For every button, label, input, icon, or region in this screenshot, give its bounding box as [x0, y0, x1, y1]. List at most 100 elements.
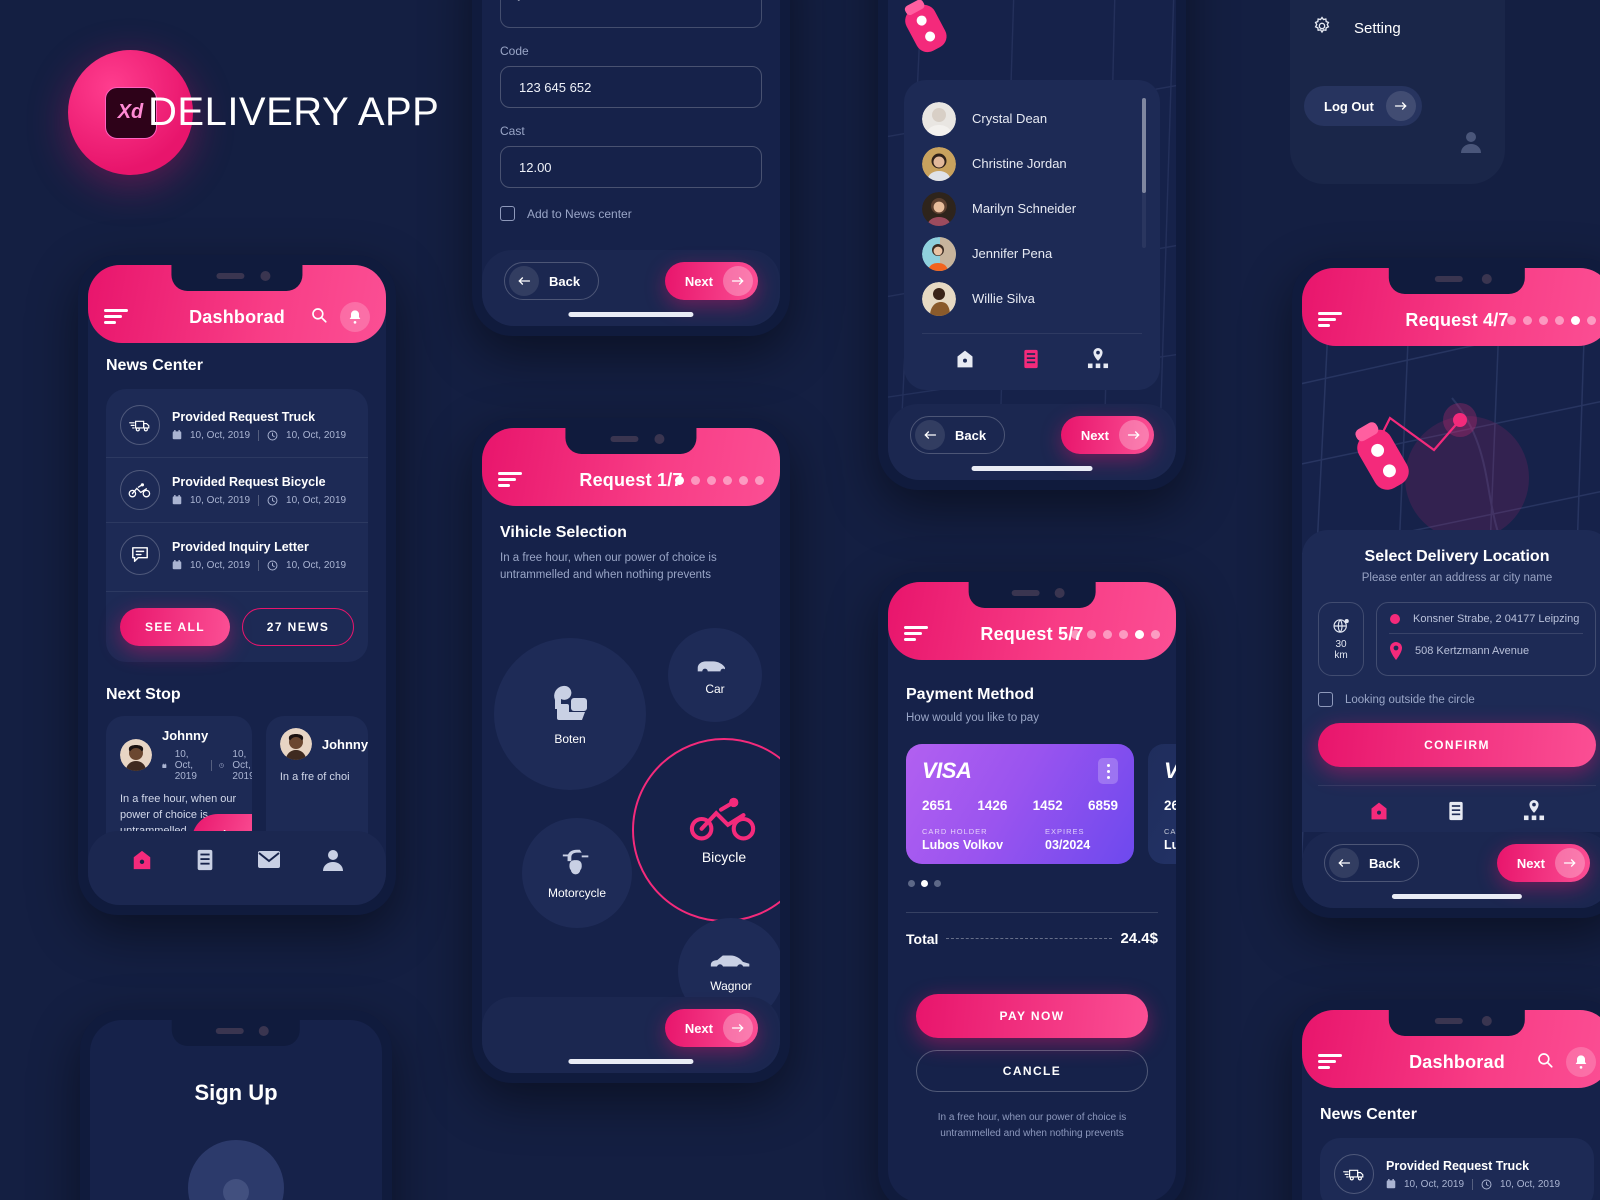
vehicle-subtitle: In a free hour, when our power of choice…: [500, 552, 717, 582]
home-indicator: [971, 466, 1093, 471]
back-button[interactable]: Back: [504, 262, 600, 300]
card-holder-value: Lubos Volkov: [922, 838, 1004, 852]
app-title: DELIVERY APP: [148, 90, 440, 134]
arrow-left-icon: [509, 266, 539, 296]
page-title: Request 5/7: [980, 624, 1084, 644]
nav-mail-icon[interactable]: [257, 850, 281, 874]
news-item[interactable]: Provided Inquiry Letter 10, Oct, 2019 10…: [106, 522, 368, 587]
news-item-time: 10, Oct, 2019: [286, 429, 347, 441]
next-button[interactable]: Next: [664, 262, 758, 300]
description-textarea[interactable]: untrammelled and when nothing prevents: [500, 0, 762, 28]
phone-signup: Sign Up: [80, 1010, 392, 1200]
vehicle-option-label: Car: [705, 682, 725, 696]
phone-form: untrammelled and when nothing prevents C…: [472, 0, 790, 336]
nav-list-icon[interactable]: [1022, 349, 1040, 374]
nav-home-icon[interactable]: [955, 349, 975, 374]
gear-icon: [1312, 16, 1332, 41]
news-count-button[interactable]: 27 NEWS: [242, 608, 354, 646]
add-to-news-checkbox[interactable]: [500, 206, 515, 221]
news-item-title: Provided Request Truck: [1386, 1158, 1530, 1173]
car-icon: [697, 661, 726, 675]
news-item[interactable]: Provided Request Truck 10, Oct, 2019 10,…: [106, 393, 368, 457]
news-item[interactable]: Provided Request Bicycle 10, Oct, 2019 1…: [106, 457, 368, 522]
nav-list-icon[interactable]: [195, 849, 215, 876]
news-item-meta: 10, Oct, 2019 10, Oct, 2019: [172, 429, 354, 441]
motorcycle-icon: [562, 849, 589, 875]
cast-input[interactable]: 12.00: [500, 146, 762, 188]
nav-profile-icon[interactable]: [323, 849, 343, 876]
phone-contacts: Crystal Dean Christine Jordan Marilyn Sc…: [878, 0, 1186, 490]
next-stop-heading: Next Stop: [106, 686, 181, 703]
back-button[interactable]: Back: [1324, 844, 1420, 882]
news-center-heading: News Center: [1320, 1106, 1417, 1123]
nav-home-icon[interactable]: [131, 849, 153, 876]
location-screen: Request 4/7 Select Delivery Location Ple…: [1302, 268, 1600, 908]
bicycle-icon: [689, 797, 756, 841]
outside-circle-checkbox[interactable]: [1318, 692, 1333, 707]
card-expires-value: 03/2024: [1045, 838, 1091, 852]
next-button[interactable]: Next: [1060, 416, 1154, 454]
code-label: Code: [500, 44, 529, 58]
nav-home-icon[interactable]: [1369, 801, 1389, 826]
dashboard-secondary-screen: Dashborad News Center Provided Request T…: [1302, 1010, 1600, 1200]
news-center-heading: News Center: [106, 357, 203, 374]
cancel-button[interactable]: CANCLE: [916, 1050, 1148, 1092]
signup-avatar-placeholder[interactable]: [188, 1140, 284, 1200]
avatar: [279, 728, 312, 760]
pay-now-button[interactable]: PAY NOW: [916, 994, 1148, 1038]
globe-icon: [1333, 618, 1349, 633]
card-expires-label: EXPIRES: [1045, 827, 1085, 836]
bicycle-icon: [120, 470, 160, 510]
add-to-news-label: Add to News center: [527, 206, 632, 221]
contact-list-item[interactable]: Crystal Dean: [922, 96, 1142, 141]
news-center-card: Provided Request Truck 10, Oct, 2019 10,…: [106, 389, 368, 662]
confirm-button[interactable]: CONFIRM: [1318, 723, 1596, 767]
nav-location-group-icon[interactable]: [1523, 800, 1545, 826]
credit-card[interactable]: VISA 2651 1426 1452 6859 CARD HOLDER Lub…: [906, 744, 1134, 864]
news-item[interactable]: Provided Request Truck 10, Oct, 2019 10,…: [1320, 1142, 1594, 1200]
logout-button[interactable]: Log Out: [1304, 86, 1422, 126]
contact-list-item[interactable]: Marilyn Schneider: [922, 186, 1142, 231]
origin-dot-icon: [1390, 614, 1400, 624]
card-carousel-dots[interactable]: [908, 880, 941, 887]
back-button[interactable]: Back: [910, 416, 1006, 454]
code-input[interactable]: 123 645 652: [500, 66, 762, 108]
nav-location-group-icon[interactable]: [1087, 348, 1109, 374]
nav-list-icon[interactable]: [1447, 801, 1465, 826]
truck-icon: [1334, 1154, 1374, 1194]
setting-label: Setting: [1354, 20, 1401, 37]
see-all-button[interactable]: SEE ALL: [120, 608, 230, 646]
bottom-nav: [88, 831, 386, 905]
contact-list-item[interactable]: Jennifer Pena: [922, 231, 1142, 276]
device-notch: [171, 1020, 301, 1046]
avatar: [120, 739, 152, 771]
news-item-title: Provided Request Bicycle: [172, 474, 326, 489]
contact-list-item[interactable]: Christine Jordan: [922, 141, 1142, 186]
phone-delivery-location: Request 4/7 Select Delivery Location Ple…: [1292, 258, 1600, 918]
setting-panel: Setting Log Out: [1290, 0, 1505, 184]
avatar: [922, 101, 956, 136]
distance-value: 30: [1335, 638, 1347, 650]
phone-dashboard: Dashborad News Center Provided Request T…: [78, 255, 396, 915]
card-menu-icon[interactable]: [1098, 758, 1118, 784]
avatar: [922, 281, 956, 316]
card-holder-value: Lubos Volkov: [1164, 838, 1176, 852]
arrow-right-icon: [1555, 848, 1585, 878]
contacts-scrollbar[interactable]: [1142, 98, 1146, 248]
news-item-title: Provided Request Truck: [172, 409, 316, 424]
next-button[interactable]: Next: [1496, 844, 1590, 882]
visa-logo: VISA: [922, 758, 972, 783]
address-input-group[interactable]: Konsner Strabe, 2 04177 Leipzing 508 Ker…: [1376, 602, 1596, 676]
next-button[interactable]: Next: [664, 1009, 758, 1047]
credit-card[interactable]: VISA 2651 CARD HOLDER Lubos Volkov: [1148, 744, 1176, 864]
vehicle-option-car[interactable]: Car: [668, 628, 762, 722]
vehicle-option-bicycle[interactable]: Bicycle: [632, 738, 780, 922]
vehicle-option-motorcycle[interactable]: Motorcycle: [522, 818, 632, 928]
vehicle-option-boten[interactable]: Boten: [494, 638, 646, 790]
stop-name: Johnny: [321, 736, 368, 752]
contact-name: Christine Jordan: [972, 156, 1067, 171]
avatar: [922, 191, 956, 226]
device-notch: [1388, 268, 1526, 294]
profile-icon: [1461, 131, 1481, 158]
contact-list-item[interactable]: Willie Silva: [922, 276, 1142, 321]
